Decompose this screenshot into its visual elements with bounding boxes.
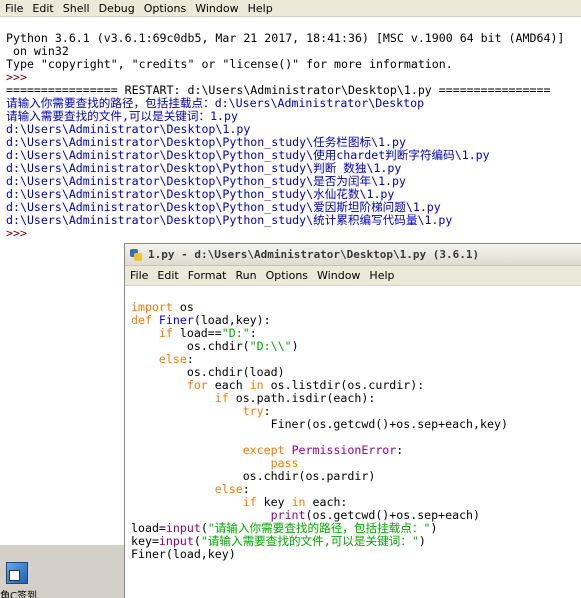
code-editor[interactable]: import os def Finer(load,key): if load=="… (125, 286, 581, 561)
code-line: Finer(os.getcwd()+os.sep+each,key) (270, 417, 508, 431)
python-file-icon (129, 248, 143, 262)
shell-result-line: d:\Users\Administrator\Desktop\Python_st… (6, 213, 453, 227)
shell-output[interactable]: Python 3.6.1 (v3.6.1:69c0db5, Mar 21 201… (0, 17, 581, 240)
shell-banner-line: Type "copyright", "credits" or "license(… (6, 57, 453, 71)
shell-menu-window[interactable]: Window (190, 2, 242, 15)
shell-menu-shell[interactable]: Shell (58, 2, 94, 15)
shell-menu-edit[interactable]: Edit (27, 2, 57, 15)
editor-menu-options[interactable]: Options (261, 269, 312, 282)
editor-menu-file[interactable]: File (125, 269, 152, 282)
editor-menu-help[interactable]: Help (364, 269, 398, 282)
desktop-shortcut-label: 角C签到 (0, 591, 37, 598)
editor-title: 1.py - d:\Users\Administrator\Desktop\1.… (148, 248, 480, 261)
editor-menu-format[interactable]: Format (183, 269, 231, 282)
editor-window: 1.py - d:\Users\Administrator\Desktop\1.… (124, 243, 581, 598)
app-shortcut-icon (6, 562, 28, 584)
shell-banner-line: Python 3.6.1 (v3.6.1:69c0db5, Mar 21 201… (6, 31, 565, 45)
editor-titlebar[interactable]: 1.py - d:\Users\Administrator\Desktop\1.… (125, 244, 581, 266)
editor-menu-window[interactable]: Window (312, 269, 364, 282)
code-line: os.chdir("D:\\") (186, 339, 299, 353)
shell-menu-options[interactable]: Options (139, 2, 190, 15)
editor-menubar: File Edit Format Run Options Window Help (125, 266, 581, 286)
desktop-shortcut[interactable]: 角C签到 (0, 560, 46, 598)
shell-menu-help[interactable]: Help (243, 2, 277, 15)
shell-menu-debug[interactable]: Debug (94, 2, 139, 15)
editor-menu-run[interactable]: Run (231, 269, 261, 282)
code-line: Finer(load,key) (131, 547, 236, 561)
shell-prompt: >>> (6, 226, 27, 240)
shell-menubar: File Edit Shell Debug Options Window Hel… (0, 0, 581, 17)
editor-menu-edit[interactable]: Edit (152, 269, 182, 282)
shell-menu-file[interactable]: File (0, 2, 27, 15)
